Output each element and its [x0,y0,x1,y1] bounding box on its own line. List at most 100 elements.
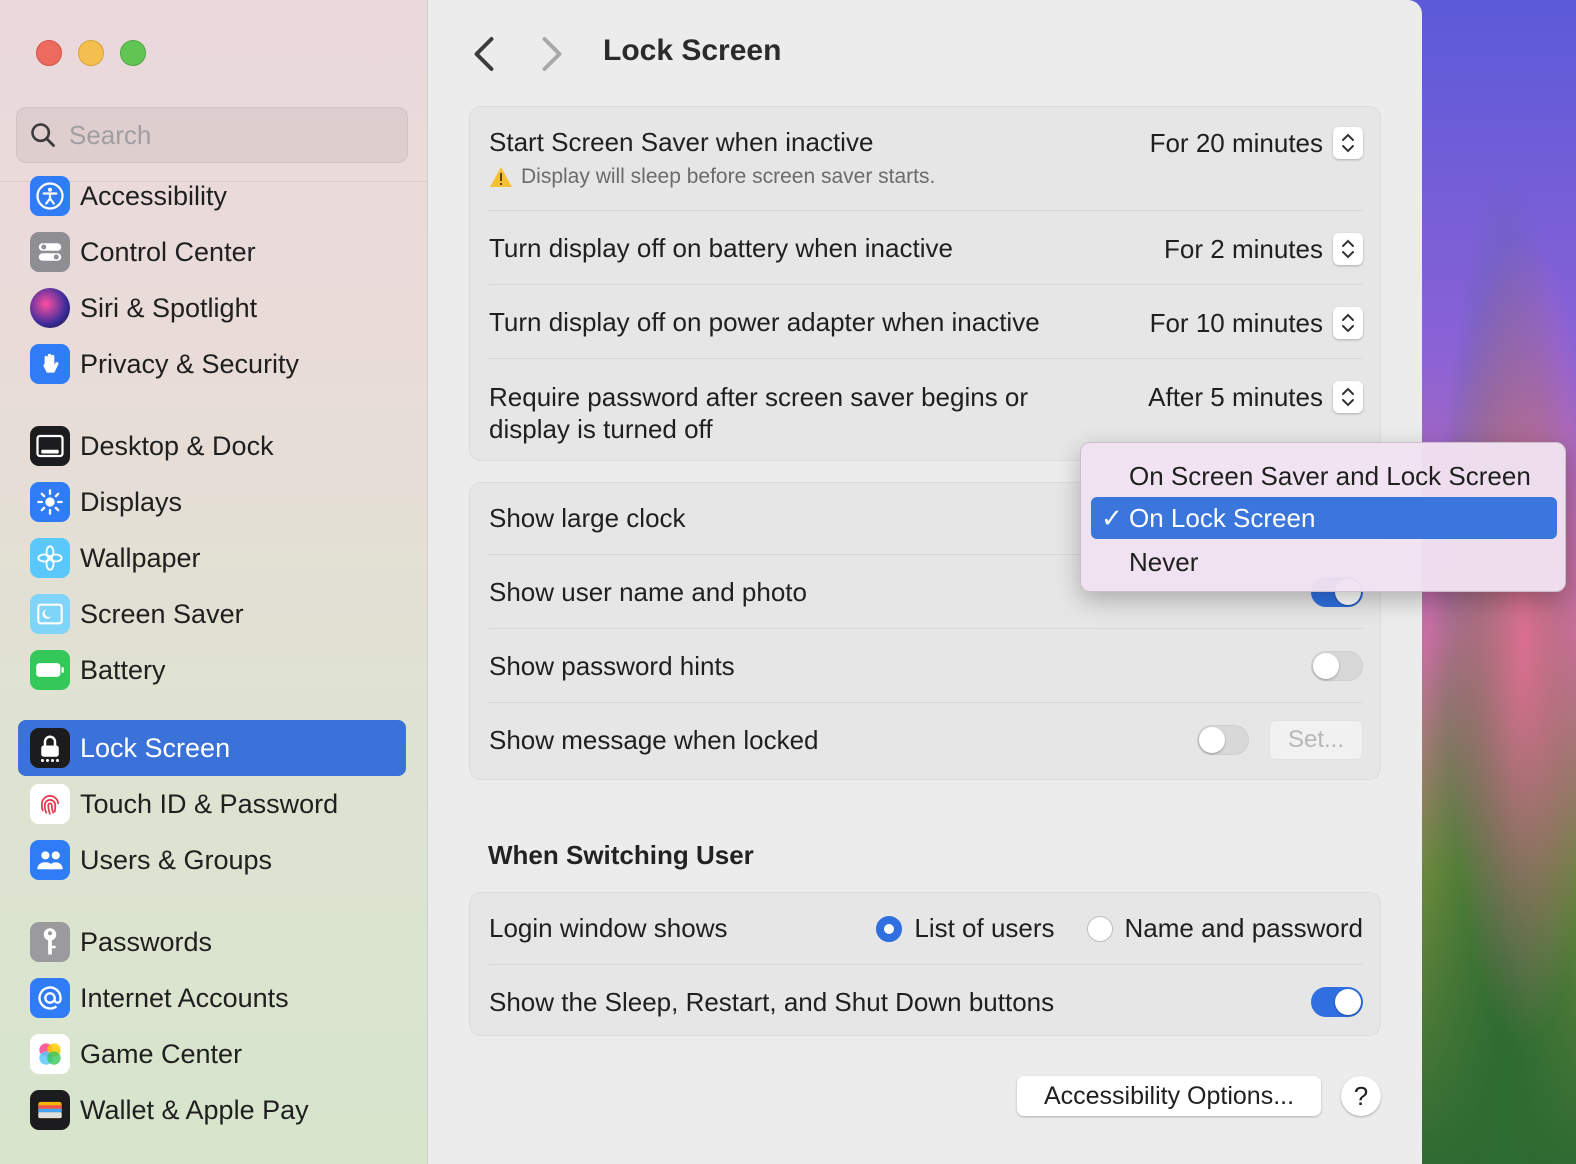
adapter-display-row: Turn display off on power adapter when i… [489,285,1363,359]
fingerprint-icon [30,784,70,824]
sleep-buttons-row: Show the Sleep, Restart, and Shut Down b… [489,965,1363,1037]
warning-icon [490,167,512,187]
switching-user-heading: When Switching User [488,840,754,870]
accessibility-options-button[interactable]: Accessibility Options... [1017,1076,1321,1116]
sidebar-item-label: Lock Screen [80,732,231,763]
toggle-knob [1313,653,1339,679]
password-hints-row: Show password hints [489,629,1363,703]
sidebar-item-label: Battery [80,654,166,685]
hand-icon [30,344,70,384]
sidebar-item-wallet[interactable]: Wallet & Apple Pay [18,1082,406,1138]
message-row: Show message when locked Set... [489,703,1363,779]
sidebar-item-desktop-dock[interactable]: Desktop & Dock [18,418,406,474]
lock-icon [30,728,70,768]
sidebar-item-label: Passwords [80,926,213,957]
sidebar-item-label: Desktop & Dock [80,430,274,461]
sidebar-item-label: Control Center [80,236,256,267]
desktop-dock-icon [30,426,70,466]
up-down-arrows-icon [1333,381,1363,413]
sidebar-item-game-center[interactable]: Game Center [18,1026,406,1082]
user-name-label: Show user name and photo [489,577,807,607]
accessibility-icon [30,176,70,216]
sidebar-item-battery[interactable]: Battery [18,642,406,698]
siri-icon [30,288,70,328]
at-icon [30,978,70,1018]
screen-saver-icon [30,594,70,634]
sidebar-item-label: Internet Accounts [80,982,289,1013]
sidebar-item-label: Siri & Spotlight [80,292,258,323]
wallet-icon [30,1090,70,1130]
up-down-arrows-icon [1333,233,1363,265]
screen-saver-popup[interactable]: For 20 minutes [1150,127,1363,159]
battery-display-popup[interactable]: For 2 minutes [1164,233,1363,265]
sidebar-item-label: Displays [80,486,183,517]
menu-item-label: On Screen Saver and Lock Screen [1129,460,1531,491]
name-and-password-radio[interactable] [1086,915,1113,942]
sidebar-item-label: Wallet & Apple Pay [80,1094,309,1125]
require-password-popup[interactable]: After 5 minutes [1148,381,1363,413]
toggle-knob [1335,989,1361,1015]
list-of-users-radio[interactable] [876,915,903,942]
menu-item-on-lock-screen[interactable]: ✓ On Lock Screen [1091,497,1557,539]
up-down-arrows-icon [1333,307,1363,339]
switching-user-card: Login window shows List of users Name an… [469,892,1381,1036]
login-window-label: Login window shows [489,913,728,943]
screen-saver-value: For 20 minutes [1149,127,1323,158]
sidebar-item-siri-spotlight[interactable]: Siri & Spotlight [18,280,406,336]
require-password-line1: Require password after screen saver begi… [489,382,1029,412]
battery-icon [30,650,70,690]
sidebar-item-displays[interactable]: Displays [18,474,406,530]
control-center-icon [30,232,70,272]
password-hints-toggle[interactable] [1311,651,1363,681]
back-chevron-icon[interactable] [469,36,499,72]
menu-item-label: On Lock Screen [1129,502,1316,533]
window-controls [36,40,146,66]
password-hints-label: Show password hints [489,651,735,681]
menu-item-screen-saver-and-lock-screen[interactable]: On Screen Saver and Lock Screen [1091,455,1557,497]
sleep-buttons-toggle[interactable] [1311,987,1363,1017]
sidebar-item-privacy-security[interactable]: Privacy & Security [18,336,406,392]
screen-saver-settings-card: Start Screen Saver when inactive Display… [469,106,1381,461]
menu-item-label: Never [1129,546,1199,577]
minimize-button[interactable] [78,40,104,66]
zoom-button[interactable] [120,40,146,66]
page-title: Lock Screen [603,34,782,67]
adapter-display-popup[interactable]: For 10 minutes [1150,307,1363,339]
require-password-label: Require password after screen saver begi… [489,381,1028,445]
set-message-button[interactable]: Set... [1269,720,1363,760]
battery-display-row: Turn display off on battery when inactiv… [489,211,1363,285]
large-clock-menu: On Screen Saver and Lock Screen ✓ On Loc… [1080,442,1566,592]
sidebar-item-internet-accounts[interactable]: Internet Accounts [18,970,406,1026]
wallpaper-icon [30,538,70,578]
sidebar-item-screen-saver[interactable]: Screen Saver [18,586,406,642]
checkmark-icon: ✓ [1101,502,1123,533]
sidebar-item-control-center[interactable]: Control Center [18,224,406,280]
sidebar-item-wallpaper[interactable]: Wallpaper [18,530,406,586]
name-and-password-label[interactable]: Name and password [1125,913,1363,944]
help-button[interactable]: ? [1341,1076,1381,1116]
message-toggle[interactable] [1197,725,1249,755]
sleep-buttons-label: Show the Sleep, Restart, and Shut Down b… [489,987,1055,1017]
menu-item-never[interactable]: Never [1091,541,1557,583]
sidebar-item-users-groups[interactable]: Users & Groups [18,832,406,888]
sidebar: Accessibility Control Center Siri & Spot… [0,0,428,1164]
sidebar-item-lock-screen[interactable]: Lock Screen [18,720,406,776]
sidebar-item-passwords[interactable]: Passwords [18,914,406,970]
search-field[interactable] [16,107,408,163]
sidebar-item-label: Screen Saver [80,598,244,629]
battery-display-label: Turn display off on battery when inactiv… [489,233,953,263]
sidebar-item-label: Accessibility [80,180,228,211]
sidebar-item-accessibility[interactable]: Accessibility [18,168,406,224]
search-input[interactable] [69,119,389,151]
users-icon [30,840,70,880]
close-button[interactable] [36,40,62,66]
key-icon [30,922,70,962]
battery-display-value: For 2 minutes [1164,233,1323,264]
list-of-users-label[interactable]: List of users [914,913,1054,944]
sidebar-item-touch-id[interactable]: Touch ID & Password [18,776,406,832]
forward-chevron-icon[interactable] [537,36,567,72]
sidebar-item-label: Game Center [80,1038,243,1069]
displays-icon [30,482,70,522]
game-center-icon [30,1034,70,1074]
toggle-knob [1199,727,1225,753]
